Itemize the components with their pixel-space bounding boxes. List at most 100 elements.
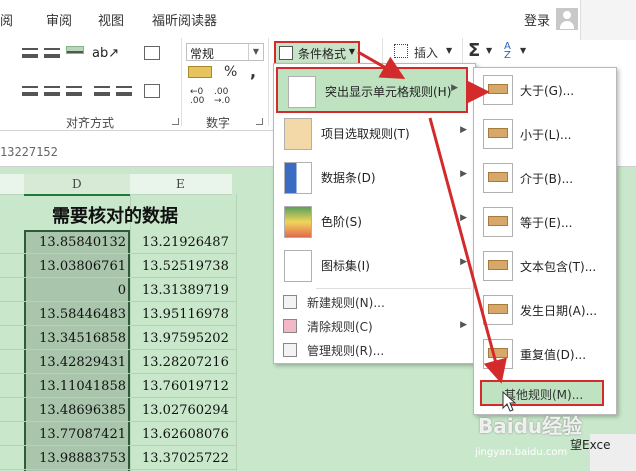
align-bottom-icon[interactable] <box>66 46 84 54</box>
cell-e[interactable]: 13.31389719 <box>142 283 229 298</box>
text-contains-icon <box>483 251 513 281</box>
table-row[interactable]: 13.11041858 13.76019712 <box>0 374 236 398</box>
autosum-icon[interactable]: Σ <box>468 40 480 61</box>
table-row[interactable]: 13.58446483 13.95116978 <box>0 302 236 326</box>
menu-item-label: 数据条(D) <box>321 171 376 185</box>
currency-icon[interactable] <box>188 66 212 78</box>
align-top-icon[interactable] <box>22 48 38 58</box>
cell-e[interactable]: 13.21926487 <box>142 235 229 250</box>
tab-review[interactable]: 审阅 <box>46 10 72 29</box>
menu-item-icon-sets[interactable]: 图标集(I) ▶ <box>274 243 475 287</box>
avatar[interactable] <box>556 8 578 30</box>
outdent-icon[interactable] <box>116 86 132 96</box>
align-right-icon[interactable] <box>66 86 82 96</box>
merge-center-icon[interactable] <box>144 84 160 98</box>
cell-e[interactable]: 13.28207216 <box>142 355 229 370</box>
align-middle-icon[interactable] <box>44 48 60 58</box>
cell-d[interactable]: 13.98883753 <box>39 451 126 466</box>
highlight-cells-icon <box>288 76 316 108</box>
cell-d[interactable]: 13.03806761 <box>39 259 126 274</box>
menu-item-highlight-cells-rules[interactable]: 突出显示单元格规则(H) ▶ <box>276 67 468 113</box>
insert-button-label[interactable]: 插入 <box>414 44 438 61</box>
align-center-icon[interactable] <box>44 86 60 96</box>
comma-style-icon[interactable]: , <box>250 62 266 81</box>
submenu-item-between[interactable]: 介于(B)... <box>474 156 616 200</box>
chevron-down-icon[interactable]: ▼ <box>486 46 492 55</box>
cell-e[interactable]: 13.37025722 <box>142 451 229 466</box>
cell-e[interactable]: 13.02760294 <box>142 403 229 418</box>
duplicate-values-icon <box>483 339 513 369</box>
menu-item-top-bottom-rules[interactable]: 项目选取规则(T) ▶ <box>274 111 475 155</box>
cell-e[interactable]: 13.52519738 <box>142 259 229 274</box>
number-dialog-launcher-icon[interactable] <box>256 118 263 125</box>
formula-value: 13227152 <box>0 145 58 159</box>
indent-icon[interactable] <box>94 86 110 96</box>
increase-decimal-icon[interactable]: ←0.00 <box>190 88 206 106</box>
cell-d[interactable]: 13.48696385 <box>39 403 126 418</box>
tab-foxit-reader[interactable]: 福昕阅读器 <box>152 10 217 29</box>
table-row[interactable]: 13.85840132 13.21926487 <box>0 230 236 254</box>
submenu-item-date-occurring[interactable]: 发生日期(A)... <box>474 288 616 332</box>
submenu-item-greater-than[interactable]: 大于(G)... <box>474 68 616 112</box>
submenu-item-less-than[interactable]: 小于(L)... <box>474 112 616 156</box>
cell-d[interactable]: 13.77087421 <box>39 427 126 442</box>
cell-e[interactable]: 13.76019712 <box>142 379 229 394</box>
cell-e[interactable]: 13.97595202 <box>142 331 229 346</box>
menu-item-manage-rules[interactable]: 管理规则(R)... <box>274 338 475 362</box>
login-link[interactable]: 登录 <box>524 10 550 29</box>
menu-item-new-rule[interactable]: 新建规则(N)... <box>274 290 475 314</box>
conditional-formatting-icon <box>279 46 293 60</box>
more-rules-button[interactable]: 其他规则(M)... <box>480 380 604 406</box>
new-rule-icon <box>283 295 297 309</box>
table-row[interactable]: 13.34516858 13.97595202 <box>0 326 236 350</box>
menu-item-color-scales[interactable]: 色阶(S) ▶ <box>274 199 475 243</box>
submenu-item-text-contains[interactable]: 文本包含(T)... <box>474 244 616 288</box>
cell-d[interactable]: 13.58446483 <box>39 307 126 322</box>
manage-rules-icon <box>283 343 297 357</box>
decrease-decimal-icon[interactable]: .00 →.0 <box>214 88 230 106</box>
table-row[interactable]: 13.03806761 13.52519738 <box>0 254 236 278</box>
sheet-title-cell[interactable]: 需要核对的数据 <box>52 202 178 228</box>
orientation-icon[interactable]: ab↗ <box>92 46 119 61</box>
cell-d[interactable]: 13.34516858 <box>39 331 126 346</box>
highlight-cells-submenu: 大于(G)... 小于(L)... 介于(B)... 等于(E)... 文本包含… <box>473 67 617 415</box>
column-header-d[interactable]: D <box>72 177 82 191</box>
chevron-down-icon[interactable]: ▼ <box>520 46 526 55</box>
submenu-item-equal-to[interactable]: 等于(E)... <box>474 200 616 244</box>
submenu-item-label: 发生日期(A)... <box>520 304 598 318</box>
align-left-icon[interactable] <box>22 86 38 96</box>
cell-d[interactable]: 13.42829431 <box>39 355 126 370</box>
alignment-group-label: 对齐方式 <box>66 116 115 130</box>
percent-icon[interactable]: % <box>224 64 240 80</box>
chevron-down-icon[interactable]: ▼ <box>248 44 263 60</box>
menu-item-data-bars[interactable]: 数据条(D) ▶ <box>274 155 475 199</box>
cell-d[interactable]: 13.11041858 <box>39 379 126 394</box>
wrap-text-icon[interactable] <box>144 46 160 60</box>
gridline <box>236 194 237 471</box>
chevron-right-icon: ▶ <box>460 169 467 179</box>
insert-cells-icon[interactable] <box>394 44 408 58</box>
sort-filter-icon[interactable]: AZ <box>504 42 511 61</box>
conditional-formatting-button[interactable]: 条件格式 ▼ <box>274 41 360 65</box>
chevron-right-icon: ▶ <box>460 257 467 267</box>
menu-item-label: 新建规则(N)... <box>307 296 385 310</box>
tab-view[interactable]: 视图 <box>98 10 124 29</box>
cell-e[interactable]: 13.62608076 <box>142 427 229 442</box>
number-format-select[interactable]: 常规 ▼ <box>186 43 264 61</box>
table-row[interactable]: 13.77087421 13.62608076 <box>0 422 236 446</box>
cell-d[interactable]: 13.85840132 <box>39 235 126 250</box>
alignment-dialog-launcher-icon[interactable] <box>172 118 179 125</box>
table-row[interactable]: 13.42829431 13.28207216 <box>0 350 236 374</box>
table-row[interactable]: 13.48696385 13.02760294 <box>0 398 236 422</box>
column-header-e[interactable]: E <box>176 177 185 191</box>
top-bottom-icon <box>284 118 312 150</box>
cell-e[interactable]: 13.95116978 <box>142 307 229 322</box>
group-divider <box>181 38 182 126</box>
table-row[interactable]: 13.98883753 13.37025722 <box>0 446 236 470</box>
cell-d[interactable]: 0 <box>118 283 126 298</box>
submenu-item-duplicate-values[interactable]: 重复值(D)... <box>474 332 616 376</box>
tab-partial[interactable]: 阅 <box>0 10 13 29</box>
table-row[interactable]: 0 13.31389719 <box>0 278 236 302</box>
menu-item-clear-rules[interactable]: 清除规则(C) ▶ <box>274 314 475 338</box>
chevron-down-icon[interactable]: ▼ <box>446 46 452 55</box>
